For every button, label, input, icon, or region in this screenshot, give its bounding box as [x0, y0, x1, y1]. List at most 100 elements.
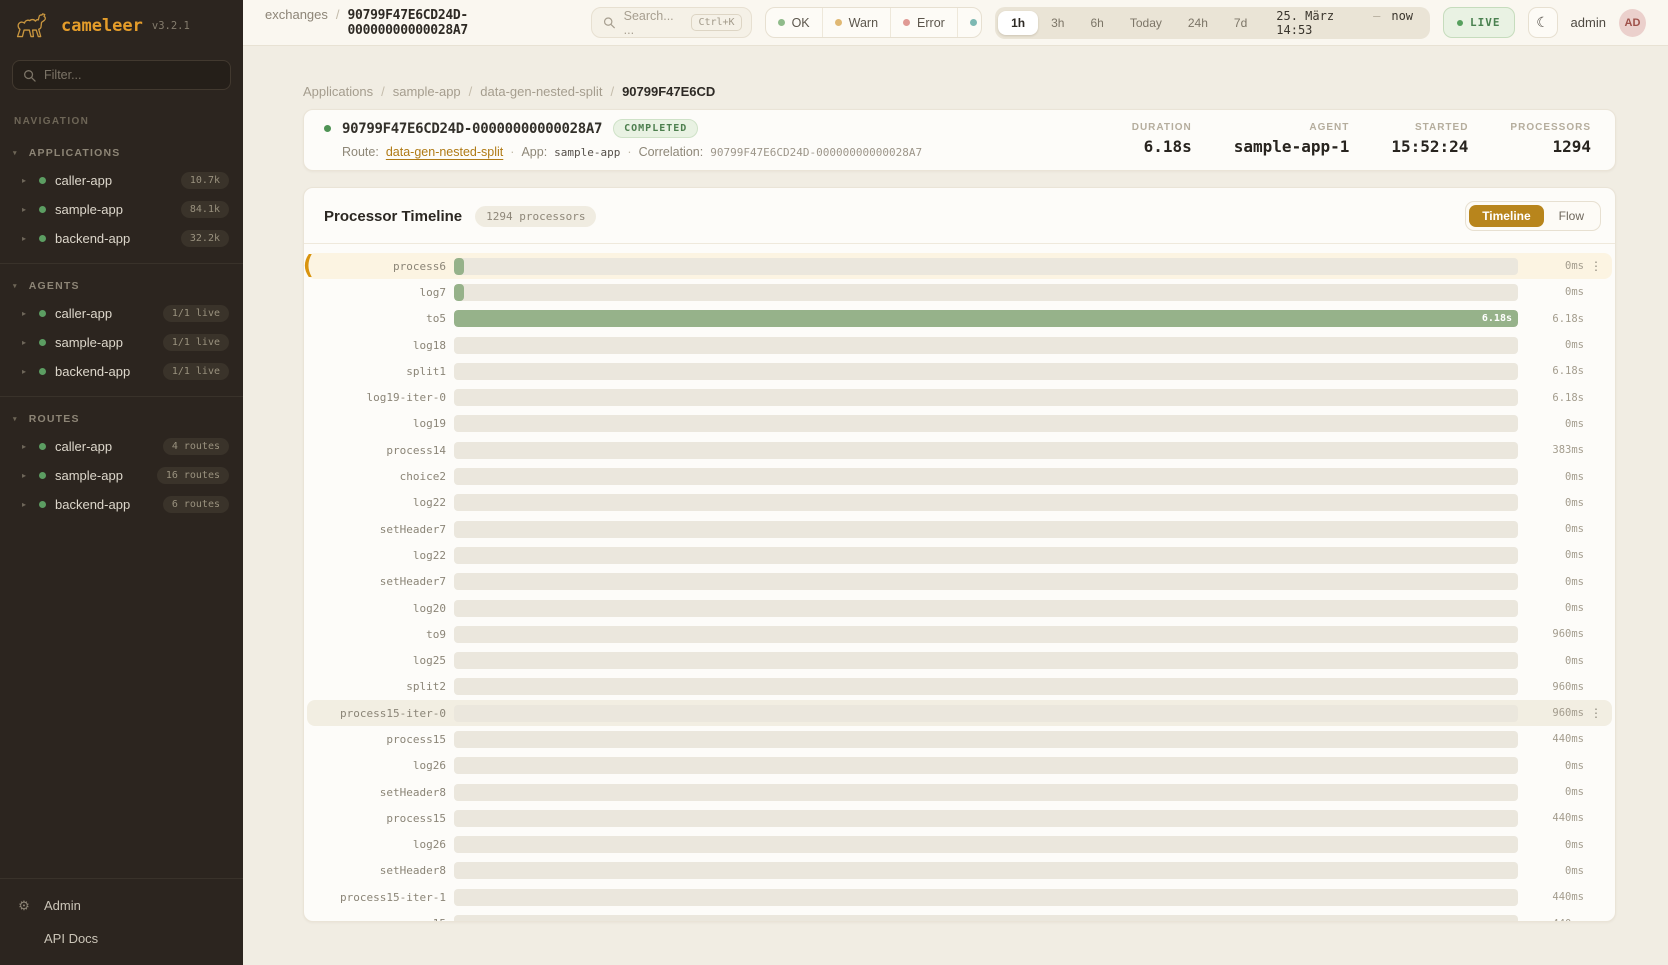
- sidebar-item-backend-app[interactable]: ▸backend-app32.2k: [0, 224, 243, 253]
- duration-track: [454, 915, 1518, 922]
- timeline-row[interactable]: log180ms⋮: [307, 332, 1612, 358]
- timeline-row[interactable]: log70ms⋮: [307, 279, 1612, 305]
- timeline-row[interactable]: log200ms⋮: [307, 595, 1612, 621]
- duration-value: 440ms: [1532, 733, 1584, 745]
- sidebar-item-caller-app[interactable]: ▸caller-app10.7k: [0, 166, 243, 195]
- timeline-row[interactable]: to56.18s6.18s⋮: [307, 306, 1612, 332]
- processor-name: process15-iter-0: [320, 707, 446, 720]
- timeline-row[interactable]: log250ms⋮: [307, 647, 1612, 673]
- sidebar-item-caller-app[interactable]: ▸caller-app1/1 live: [0, 299, 243, 328]
- status-filter-group: OKWarnError: [765, 7, 983, 38]
- timeline-row[interactable]: (process60ms⋮: [307, 253, 1612, 279]
- processor-name: to5: [320, 312, 446, 325]
- processor-name: log19-iter-0: [320, 391, 446, 404]
- app-value: sample-app: [554, 146, 620, 159]
- timeline-row[interactable]: process15440ms⋮: [307, 910, 1612, 922]
- sidebar-item-backend-app[interactable]: ▸backend-app1/1 live: [0, 357, 243, 386]
- range-button-24h[interactable]: 24h: [1175, 11, 1221, 35]
- sidebar-item-sample-app[interactable]: ▸sample-app16 routes: [0, 461, 243, 490]
- timeline-row[interactable]: process14383ms⋮: [307, 437, 1612, 463]
- filter-chip-ok[interactable]: OK: [766, 8, 822, 37]
- timeline-row[interactable]: to9960ms⋮: [307, 621, 1612, 647]
- sidebar-filter-input[interactable]: Filter...: [12, 60, 231, 90]
- theme-toggle-button[interactable]: ☾: [1528, 7, 1558, 38]
- status-dot: [39, 339, 46, 346]
- stat-started: STARTED15:52:24: [1391, 122, 1468, 156]
- filter-chip-error[interactable]: Error: [890, 8, 957, 37]
- section-header-routes[interactable]: ▾ROUTES: [0, 405, 243, 432]
- camel-logo-icon: [14, 13, 52, 39]
- range-button-today[interactable]: Today: [1117, 11, 1175, 35]
- processor-timeline-card: Processor Timeline 1294 processors Timel…: [303, 187, 1616, 922]
- kebab-menu-icon[interactable]: ⋮: [1584, 706, 1602, 720]
- duration-track: [454, 468, 1518, 485]
- timeline-row[interactable]: log220ms⋮: [307, 542, 1612, 568]
- duration-track: [454, 652, 1518, 669]
- timeline-row[interactable]: setHeader70ms⋮: [307, 569, 1612, 595]
- app-logo[interactable]: cameleer v3.2.1: [0, 0, 243, 47]
- section-header-applications[interactable]: ▾APPLICATIONS: [0, 139, 243, 166]
- processor-name: log19: [320, 417, 446, 430]
- time-range-label[interactable]: 25. März 14:53 — now: [1260, 9, 1427, 37]
- duration-track: [454, 442, 1518, 459]
- filter-chip-extra[interactable]: [957, 8, 982, 37]
- search-input[interactable]: Search... ... Ctrl+K: [591, 7, 751, 38]
- timeline-row[interactable]: setHeader70ms⋮: [307, 516, 1612, 542]
- gear-icon: ⚙: [17, 898, 31, 914]
- breadcrumb-item[interactable]: data-gen-nested-split: [480, 84, 602, 99]
- timeline-row[interactable]: process15440ms⋮: [307, 805, 1612, 831]
- status-dot: [39, 443, 46, 450]
- range-button-7d[interactable]: 7d: [1221, 11, 1260, 35]
- route-link[interactable]: data-gen-nested-split: [386, 145, 503, 159]
- processor-name: setHeader8: [320, 786, 446, 799]
- kebab-menu-icon[interactable]: ⋮: [1584, 259, 1602, 273]
- sidebar-item-sample-app[interactable]: ▸sample-app84.1k: [0, 195, 243, 224]
- timeline-row[interactable]: process15440ms⋮: [307, 726, 1612, 752]
- breadcrumb-item[interactable]: Applications: [303, 84, 373, 99]
- breadcrumb-section[interactable]: exchanges: [265, 7, 328, 22]
- stat-duration: DURATION6.18s: [1132, 122, 1192, 156]
- timeline-row[interactable]: process15-iter-1440ms⋮: [307, 884, 1612, 910]
- timeline-row[interactable]: log190ms⋮: [307, 411, 1612, 437]
- topbar-right: Search... ... Ctrl+K OKWarnError 1h3h6hT…: [591, 7, 1646, 39]
- range-button-1h[interactable]: 1h: [998, 11, 1038, 35]
- timeline-row[interactable]: process15-iter-0960ms⋮: [307, 700, 1612, 726]
- timeline-row[interactable]: split2960ms⋮: [307, 674, 1612, 700]
- stat-processors: PROCESSORS1294: [1510, 122, 1591, 156]
- sidebar: cameleer v3.2.1 Filter... NAVIGATION ▾AP…: [0, 0, 243, 965]
- range-button-6h[interactable]: 6h: [1077, 11, 1116, 35]
- sidebar-item-sample-app[interactable]: ▸sample-app1/1 live: [0, 328, 243, 357]
- view-button-timeline[interactable]: Timeline: [1469, 205, 1543, 227]
- chevron-right-icon: ▸: [22, 367, 30, 376]
- timeline-row[interactable]: log260ms⋮: [307, 832, 1612, 858]
- chevron-right-icon: ▸: [22, 500, 30, 509]
- live-badge[interactable]: LIVE: [1443, 7, 1515, 38]
- timeline-row[interactable]: setHeader80ms⋮: [307, 779, 1612, 805]
- breadcrumb-item[interactable]: sample-app: [393, 84, 461, 99]
- sidebar-item-admin[interactable]: ⚙ Admin: [0, 889, 243, 922]
- timeline-row[interactable]: log260ms⋮: [307, 753, 1612, 779]
- exchange-id: 90799F47E6CD24D-00000000000028A7: [342, 121, 602, 137]
- duration-track: [454, 258, 1518, 275]
- timeline-row[interactable]: setHeader80ms⋮: [307, 858, 1612, 884]
- avatar[interactable]: AD: [1619, 9, 1646, 37]
- sidebar-item-backend-app[interactable]: ▸backend-app6 routes: [0, 490, 243, 519]
- duration-value: 0ms: [1532, 549, 1584, 561]
- breadcrumb-separator: /: [610, 84, 614, 99]
- section-header-agents[interactable]: ▾AGENTS: [0, 272, 243, 299]
- duration-track: [454, 389, 1518, 406]
- breadcrumb: exchanges / 90799F47E6CD24D-000000000000…: [265, 7, 579, 38]
- timeline-row[interactable]: log19-iter-06.18s⋮: [307, 384, 1612, 410]
- filter-chip-warn[interactable]: Warn: [822, 8, 890, 37]
- sidebar-item-api-docs[interactable]: API Docs: [0, 922, 243, 955]
- duration-track: [454, 600, 1518, 617]
- view-button-flow[interactable]: Flow: [1546, 205, 1597, 227]
- timeline-row[interactable]: choice20ms⋮: [307, 463, 1612, 489]
- range-button-3h[interactable]: 3h: [1038, 11, 1077, 35]
- sidebar-item-caller-app[interactable]: ▸caller-app4 routes: [0, 432, 243, 461]
- timeline-row[interactable]: log220ms⋮: [307, 490, 1612, 516]
- timeline-row[interactable]: split16.18s⋮: [307, 358, 1612, 384]
- duration-track: [454, 836, 1518, 853]
- duration-value: 440ms: [1532, 891, 1584, 903]
- chevron-down-icon: ▾: [13, 149, 18, 157]
